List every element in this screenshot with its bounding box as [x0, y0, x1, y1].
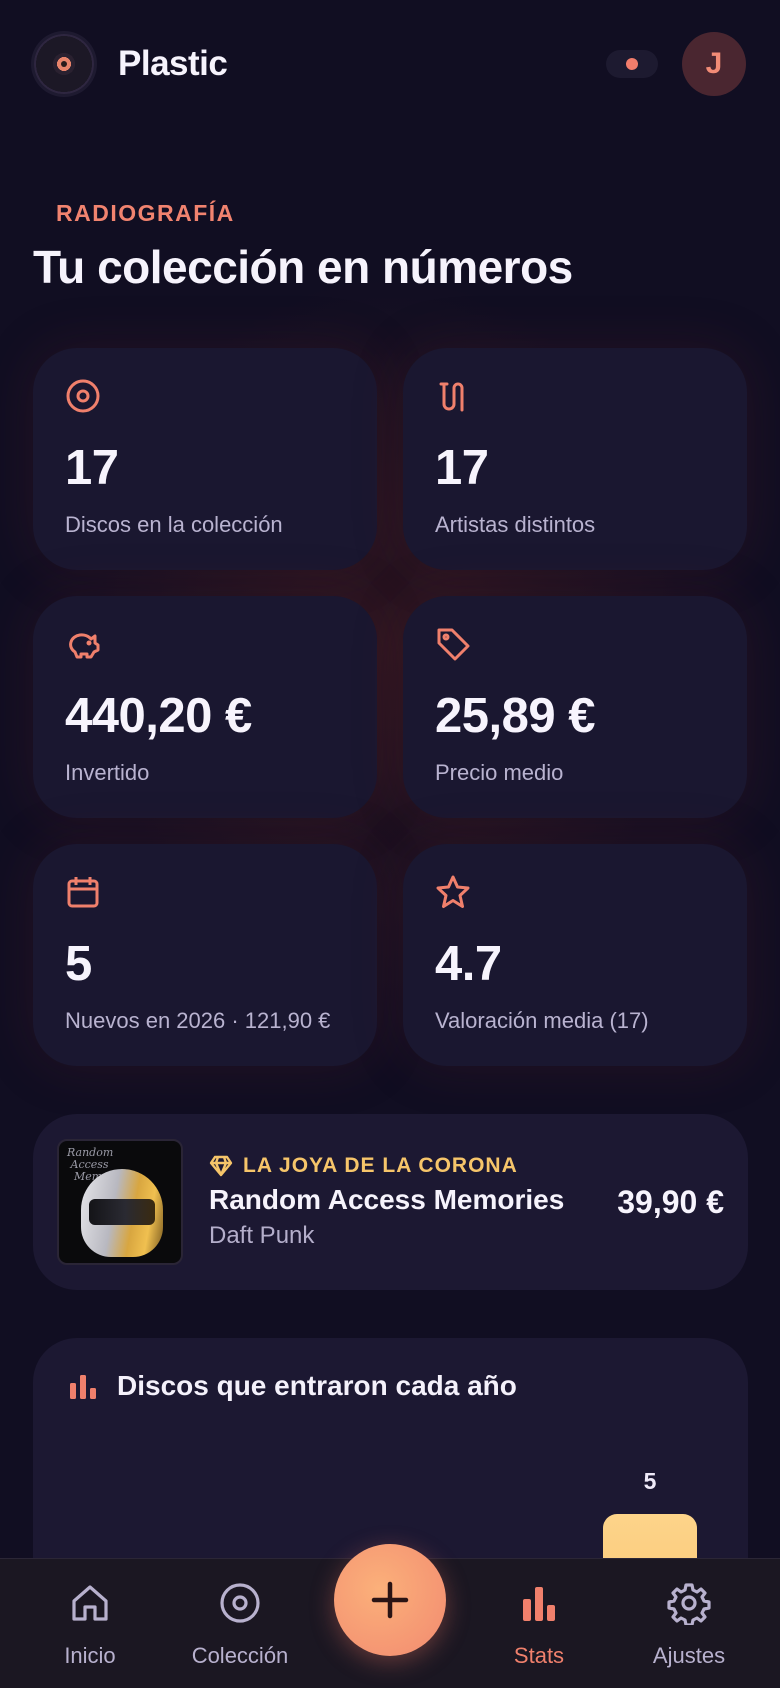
stat-value: 4.7	[435, 937, 502, 991]
visor-artwork	[89, 1199, 155, 1225]
avatar[interactable]: J	[682, 32, 746, 96]
chart-title: Discos que entraron cada año	[117, 1370, 517, 1401]
app-logo[interactable]	[34, 34, 94, 94]
featured-info: LA JOYA DE LA CORONA Random Access Memor…	[209, 1154, 605, 1250]
calendar-icon	[67, 877, 99, 908]
star-icon	[436, 875, 470, 908]
header-actions: J	[606, 32, 746, 96]
nav-item-stats[interactable]: Stats	[464, 1559, 614, 1688]
stat-card-invested: 440,20 € Invertido	[33, 596, 377, 818]
stat-value: 440,20 €	[65, 689, 252, 743]
nav-label-inicio: Inicio	[64, 1643, 116, 1668]
stat-label: Precio medio	[435, 760, 564, 785]
add-record-button[interactable]	[334, 1544, 446, 1656]
featured-title: Random Access Memories	[209, 1184, 565, 1215]
nav-label-stats: Stats	[513, 1643, 565, 1668]
stat-value: 25,89 €	[435, 689, 596, 743]
status-indicator[interactable]	[606, 50, 658, 78]
nav-item-inicio[interactable]: Inicio	[15, 1559, 165, 1688]
home-icon	[72, 1585, 108, 1621]
stat-value: 17	[435, 441, 489, 495]
gear-icon	[667, 1583, 711, 1625]
featured-artist: Daft Punk	[209, 1222, 315, 1249]
bar-chart-icon	[523, 1587, 555, 1621]
stat-value: 5	[65, 937, 92, 991]
piggy-bank-icon	[69, 633, 100, 659]
app-header: Plastic J	[0, 0, 780, 128]
page-title: Tu colección en números	[33, 241, 573, 293]
stat-card-new-this-year: 5 Nuevos en 2026 · 121,90 €	[33, 844, 377, 1066]
chart-data-label: 5	[643, 1468, 657, 1494]
album-cover: Random Access Memories	[57, 1139, 183, 1265]
featured-eyebrow: LA JOYA DE LA CORONA	[209, 1154, 605, 1178]
stat-label: Valoración media (17)	[435, 1008, 649, 1033]
vinyl-disc-icon	[66, 379, 100, 413]
chart-header: Discos que entraron cada año	[69, 1370, 517, 1402]
stat-card-artists: 17 Artistas distintos	[403, 348, 747, 570]
nav-item-ajustes[interactable]: Ajustes	[614, 1559, 764, 1688]
featured-record-card[interactable]: Random Access Memories LA JOYA DE LA COR…	[33, 1114, 748, 1290]
stat-value: 17	[65, 441, 119, 495]
stat-label: Nuevos en 2026 · 121,90 €	[65, 1008, 331, 1033]
section-eyebrow: RADIOGRAFÍA	[56, 200, 235, 226]
vinyl-disc-icon	[220, 1583, 260, 1623]
stat-label: Invertido	[65, 760, 150, 785]
stat-card-avg-price: 25,89 € Precio medio	[403, 596, 747, 818]
plus-icon	[371, 1581, 409, 1619]
app-title: Plastic	[118, 44, 228, 83]
stat-card-avg-rating: 4.7 Valoración media (17)	[403, 844, 747, 1066]
stat-label: Artistas distintos	[435, 512, 596, 537]
featured-eyebrow-label: LA JOYA DE LA CORONA	[243, 1154, 518, 1177]
status-dot	[626, 58, 638, 70]
nav-label-coleccion: Colección	[191, 1643, 289, 1668]
diamond-icon	[209, 1155, 233, 1177]
featured-price: 39,90 €	[617, 1183, 724, 1220]
nav-label-ajustes: Ajustes	[652, 1643, 726, 1668]
bar-chart-icon	[70, 1375, 96, 1399]
nav-item-coleccion[interactable]: Colección	[165, 1559, 315, 1688]
stat-label: Discos en la colección	[65, 512, 283, 537]
microphone-icon	[439, 382, 464, 412]
price-tag-icon	[437, 628, 470, 661]
stat-card-discs: 17 Discos en la colección	[33, 348, 377, 570]
